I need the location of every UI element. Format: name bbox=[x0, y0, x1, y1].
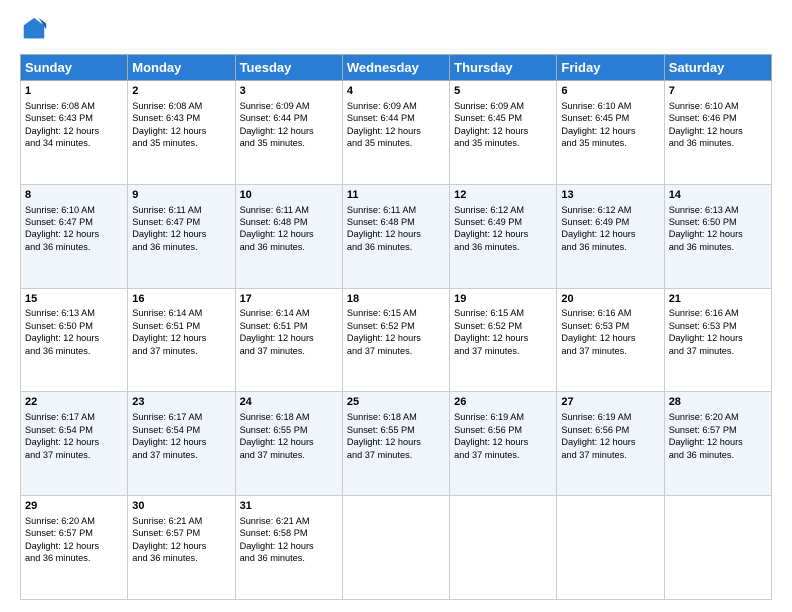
day-number: 22 bbox=[25, 395, 123, 410]
calendar-cell: 13Sunrise: 6:12 AMSunset: 6:49 PMDayligh… bbox=[557, 184, 664, 288]
calendar-cell: 12Sunrise: 6:12 AMSunset: 6:49 PMDayligh… bbox=[450, 184, 557, 288]
calendar-cell: 4Sunrise: 6:09 AMSunset: 6:44 PMDaylight… bbox=[342, 81, 449, 185]
calendar-cell: 11Sunrise: 6:11 AMSunset: 6:48 PMDayligh… bbox=[342, 184, 449, 288]
calendar-cell: 17Sunrise: 6:14 AMSunset: 6:51 PMDayligh… bbox=[235, 288, 342, 392]
calendar-cell: 28Sunrise: 6:20 AMSunset: 6:57 PMDayligh… bbox=[664, 392, 771, 496]
day-number: 30 bbox=[132, 499, 230, 514]
calendar-cell: 25Sunrise: 6:18 AMSunset: 6:55 PMDayligh… bbox=[342, 392, 449, 496]
calendar-cell: 14Sunrise: 6:13 AMSunset: 6:50 PMDayligh… bbox=[664, 184, 771, 288]
day-number: 2 bbox=[132, 84, 230, 99]
day-number: 20 bbox=[561, 292, 659, 307]
calendar-cell bbox=[450, 496, 557, 600]
calendar-cell: 30Sunrise: 6:21 AMSunset: 6:57 PMDayligh… bbox=[128, 496, 235, 600]
day-number: 18 bbox=[347, 292, 445, 307]
calendar-cell: 19Sunrise: 6:15 AMSunset: 6:52 PMDayligh… bbox=[450, 288, 557, 392]
calendar-cell: 26Sunrise: 6:19 AMSunset: 6:56 PMDayligh… bbox=[450, 392, 557, 496]
day-header-monday: Monday bbox=[128, 55, 235, 81]
calendar-cell: 23Sunrise: 6:17 AMSunset: 6:54 PMDayligh… bbox=[128, 392, 235, 496]
day-header-friday: Friday bbox=[557, 55, 664, 81]
day-number: 29 bbox=[25, 499, 123, 514]
calendar-cell: 29Sunrise: 6:20 AMSunset: 6:57 PMDayligh… bbox=[21, 496, 128, 600]
calendar-cell: 7Sunrise: 6:10 AMSunset: 6:46 PMDaylight… bbox=[664, 81, 771, 185]
day-number: 19 bbox=[454, 292, 552, 307]
day-number: 23 bbox=[132, 395, 230, 410]
calendar-cell: 6Sunrise: 6:10 AMSunset: 6:45 PMDaylight… bbox=[557, 81, 664, 185]
day-number: 28 bbox=[669, 395, 767, 410]
calendar-cell: 15Sunrise: 6:13 AMSunset: 6:50 PMDayligh… bbox=[21, 288, 128, 392]
day-number: 26 bbox=[454, 395, 552, 410]
day-number: 25 bbox=[347, 395, 445, 410]
day-number: 3 bbox=[240, 84, 338, 99]
calendar-cell bbox=[557, 496, 664, 600]
day-number: 16 bbox=[132, 292, 230, 307]
calendar-cell: 27Sunrise: 6:19 AMSunset: 6:56 PMDayligh… bbox=[557, 392, 664, 496]
day-number: 8 bbox=[25, 188, 123, 203]
day-number: 24 bbox=[240, 395, 338, 410]
day-header-sunday: Sunday bbox=[21, 55, 128, 81]
calendar-cell: 10Sunrise: 6:11 AMSunset: 6:48 PMDayligh… bbox=[235, 184, 342, 288]
day-number: 27 bbox=[561, 395, 659, 410]
day-number: 6 bbox=[561, 84, 659, 99]
calendar-cell: 24Sunrise: 6:18 AMSunset: 6:55 PMDayligh… bbox=[235, 392, 342, 496]
page: SundayMondayTuesdayWednesdayThursdayFrid… bbox=[0, 0, 792, 612]
calendar-week-2: 8Sunrise: 6:10 AMSunset: 6:47 PMDaylight… bbox=[21, 184, 772, 288]
day-number: 31 bbox=[240, 499, 338, 514]
day-number: 14 bbox=[669, 188, 767, 203]
day-header-thursday: Thursday bbox=[450, 55, 557, 81]
calendar-cell: 8Sunrise: 6:10 AMSunset: 6:47 PMDaylight… bbox=[21, 184, 128, 288]
day-number: 1 bbox=[25, 84, 123, 99]
day-number: 11 bbox=[347, 188, 445, 203]
calendar-table: SundayMondayTuesdayWednesdayThursdayFrid… bbox=[20, 54, 772, 600]
calendar-cell: 18Sunrise: 6:15 AMSunset: 6:52 PMDayligh… bbox=[342, 288, 449, 392]
calendar-cell: 5Sunrise: 6:09 AMSunset: 6:45 PMDaylight… bbox=[450, 81, 557, 185]
calendar-cell: 16Sunrise: 6:14 AMSunset: 6:51 PMDayligh… bbox=[128, 288, 235, 392]
day-number: 12 bbox=[454, 188, 552, 203]
calendar-cell: 22Sunrise: 6:17 AMSunset: 6:54 PMDayligh… bbox=[21, 392, 128, 496]
day-header-saturday: Saturday bbox=[664, 55, 771, 81]
calendar-week-5: 29Sunrise: 6:20 AMSunset: 6:57 PMDayligh… bbox=[21, 496, 772, 600]
calendar-week-4: 22Sunrise: 6:17 AMSunset: 6:54 PMDayligh… bbox=[21, 392, 772, 496]
day-number: 21 bbox=[669, 292, 767, 307]
calendar-week-1: 1Sunrise: 6:08 AMSunset: 6:43 PMDaylight… bbox=[21, 81, 772, 185]
calendar-cell: 2Sunrise: 6:08 AMSunset: 6:43 PMDaylight… bbox=[128, 81, 235, 185]
calendar-cell: 9Sunrise: 6:11 AMSunset: 6:47 PMDaylight… bbox=[128, 184, 235, 288]
day-number: 13 bbox=[561, 188, 659, 203]
calendar-cell bbox=[342, 496, 449, 600]
day-number: 17 bbox=[240, 292, 338, 307]
day-number: 10 bbox=[240, 188, 338, 203]
calendar-cell: 1Sunrise: 6:08 AMSunset: 6:43 PMDaylight… bbox=[21, 81, 128, 185]
logo bbox=[20, 16, 52, 44]
calendar-header-row: SundayMondayTuesdayWednesdayThursdayFrid… bbox=[21, 55, 772, 81]
calendar-cell: 31Sunrise: 6:21 AMSunset: 6:58 PMDayligh… bbox=[235, 496, 342, 600]
header bbox=[20, 16, 772, 44]
calendar-cell bbox=[664, 496, 771, 600]
day-number: 9 bbox=[132, 188, 230, 203]
day-number: 5 bbox=[454, 84, 552, 99]
day-number: 15 bbox=[25, 292, 123, 307]
day-number: 4 bbox=[347, 84, 445, 99]
day-header-tuesday: Tuesday bbox=[235, 55, 342, 81]
day-header-wednesday: Wednesday bbox=[342, 55, 449, 81]
logo-icon bbox=[20, 16, 48, 44]
calendar-cell: 20Sunrise: 6:16 AMSunset: 6:53 PMDayligh… bbox=[557, 288, 664, 392]
calendar-week-3: 15Sunrise: 6:13 AMSunset: 6:50 PMDayligh… bbox=[21, 288, 772, 392]
calendar-cell: 21Sunrise: 6:16 AMSunset: 6:53 PMDayligh… bbox=[664, 288, 771, 392]
day-number: 7 bbox=[669, 84, 767, 99]
calendar-cell: 3Sunrise: 6:09 AMSunset: 6:44 PMDaylight… bbox=[235, 81, 342, 185]
